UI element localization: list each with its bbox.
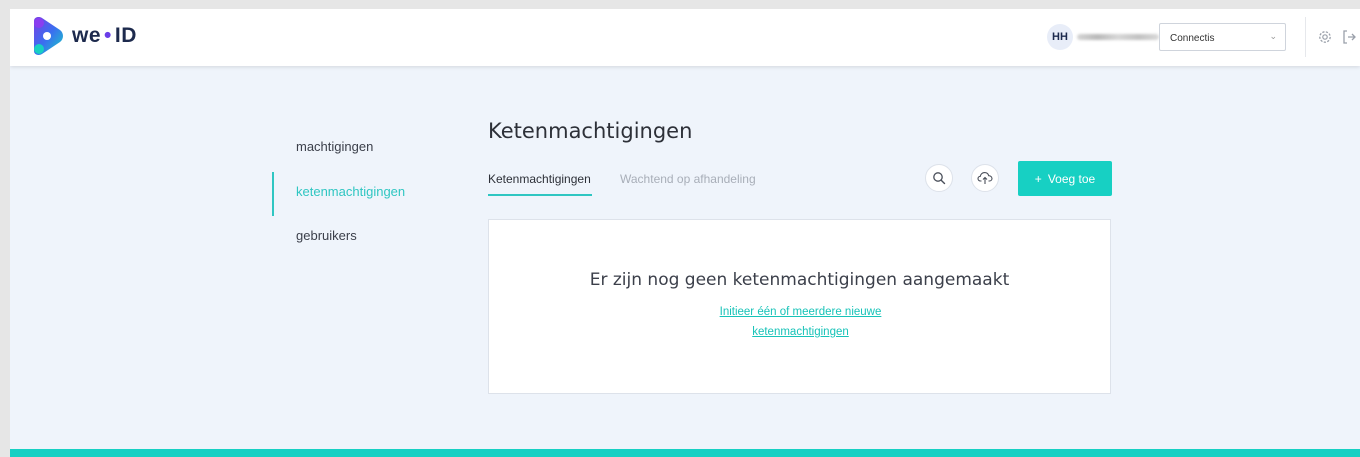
add-button-label: Voeg toe: [1047, 171, 1096, 186]
page-title: Ketenmachtigingen: [488, 119, 693, 143]
sidebar-item-ketenmachtigingen[interactable]: ketenmachtigingen: [272, 172, 432, 216]
header-divider: [1305, 17, 1306, 57]
logout-button[interactable]: [1340, 28, 1358, 46]
chevron-down-icon: ⌄: [1269, 31, 1277, 41]
sidebar-item-machtigingen[interactable]: machtigingen: [272, 127, 432, 171]
tab-wachtend-op-afhandeling[interactable]: Wachtend op afhandeling: [620, 172, 756, 186]
settings-button[interactable]: [1316, 28, 1334, 46]
logo-text-we: we: [72, 24, 102, 47]
organisation-select-value: Connectis: [1170, 33, 1215, 44]
initiate-link[interactable]: Initieer één of meerdere nieuwe ketenmac…: [689, 302, 912, 342]
add-button[interactable]: + Voeg toe: [1018, 161, 1112, 196]
upload-button[interactable]: [971, 164, 999, 192]
search-button[interactable]: [925, 164, 953, 192]
sidebar-item-gebruikers[interactable]: gebruikers: [272, 216, 432, 260]
top-bar: we • ID HH Connectis ⌄: [10, 9, 1360, 66]
bottom-accent-band: [10, 449, 1360, 457]
logo-text-id: ID: [114, 24, 137, 47]
cloud-upload-icon: [977, 172, 993, 184]
active-tab-indicator: [488, 194, 592, 196]
organisation-select[interactable]: Connectis ⌄: [1159, 23, 1286, 51]
weid-logo[interactable]: we • ID: [30, 15, 137, 57]
logout-icon: [1343, 30, 1356, 44]
app-frame: we • ID HH Connectis ⌄ machtigingen ketenm…: [10, 9, 1360, 457]
empty-state-card: Er zijn nog geen ketenmachtigingen aange…: [488, 219, 1111, 394]
empty-state-title: Er zijn nog geen ketenmachtigingen aange…: [589, 270, 1010, 290]
user-avatar[interactable]: HH: [1047, 24, 1073, 50]
logo-text: we • ID: [72, 24, 137, 48]
search-icon: [933, 172, 946, 185]
gear-icon: [1319, 31, 1331, 43]
user-name-redacted: [1077, 34, 1159, 40]
plus-icon: +: [1034, 171, 1042, 186]
logo-dot: •: [104, 24, 112, 47]
tab-ketenmachtigingen[interactable]: Ketenmachtigingen: [488, 172, 591, 186]
weid-logo-icon: [34, 17, 63, 55]
